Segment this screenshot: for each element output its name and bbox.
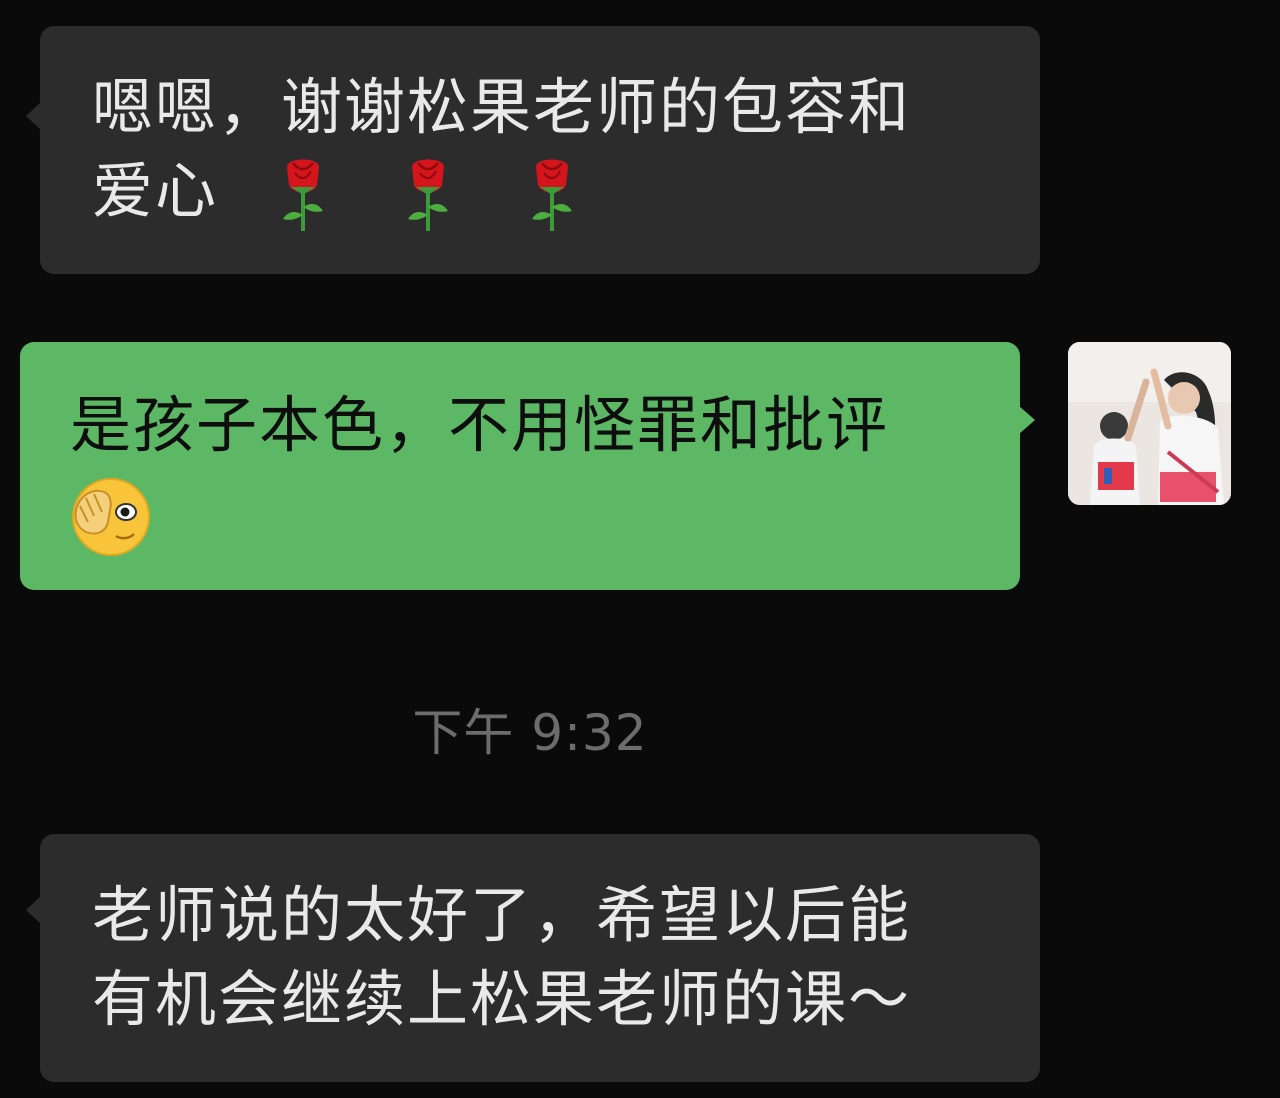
message-bubble-incoming[interactable]: 老师说的太好了，希望以后能 有机会继续上松果老师的课～ bbox=[26, 834, 1040, 1082]
bubble-tail bbox=[1019, 406, 1035, 434]
user-avatar[interactable] bbox=[1068, 342, 1231, 505]
message-text: 老师说的太好了，希望以后能 有机会继续上松果老师的课～ bbox=[92, 874, 911, 1042]
rose-emoji-icon bbox=[407, 159, 448, 232]
message-text: 嗯嗯，谢谢松果老师的包容和 爱心 bbox=[92, 66, 911, 234]
message-line-text: 爱心 bbox=[92, 156, 219, 227]
avatar-photo bbox=[1068, 342, 1231, 505]
message-bubble-incoming[interactable]: 嗯嗯，谢谢松果老师的包容和 爱心 bbox=[26, 26, 1040, 274]
message-line bbox=[70, 468, 889, 558]
rose-emoji-icon bbox=[532, 159, 573, 232]
message-line: 有机会继续上松果老师的课～ bbox=[92, 964, 912, 1035]
bubble-tail bbox=[26, 896, 41, 924]
message-line: 是孩子本色，不用怪罪和批评 bbox=[70, 390, 890, 461]
message-bubble-outgoing[interactable]: 是孩子本色，不用怪罪和批评 bbox=[20, 342, 1035, 590]
message-line: 老师说的太好了，希望以后能 bbox=[92, 880, 912, 951]
message-line: 爱心 bbox=[92, 150, 911, 234]
rose-emoji-icon bbox=[282, 159, 323, 232]
bubble-tail bbox=[26, 102, 41, 130]
message-line: 嗯嗯，谢谢松果老师的包容和 bbox=[92, 72, 912, 143]
facepalm-peek-emoji-icon bbox=[72, 478, 150, 557]
message-text: 是孩子本色，不用怪罪和批评 bbox=[70, 384, 889, 558]
message-timestamp: 下午 9:32 bbox=[412, 704, 648, 762]
